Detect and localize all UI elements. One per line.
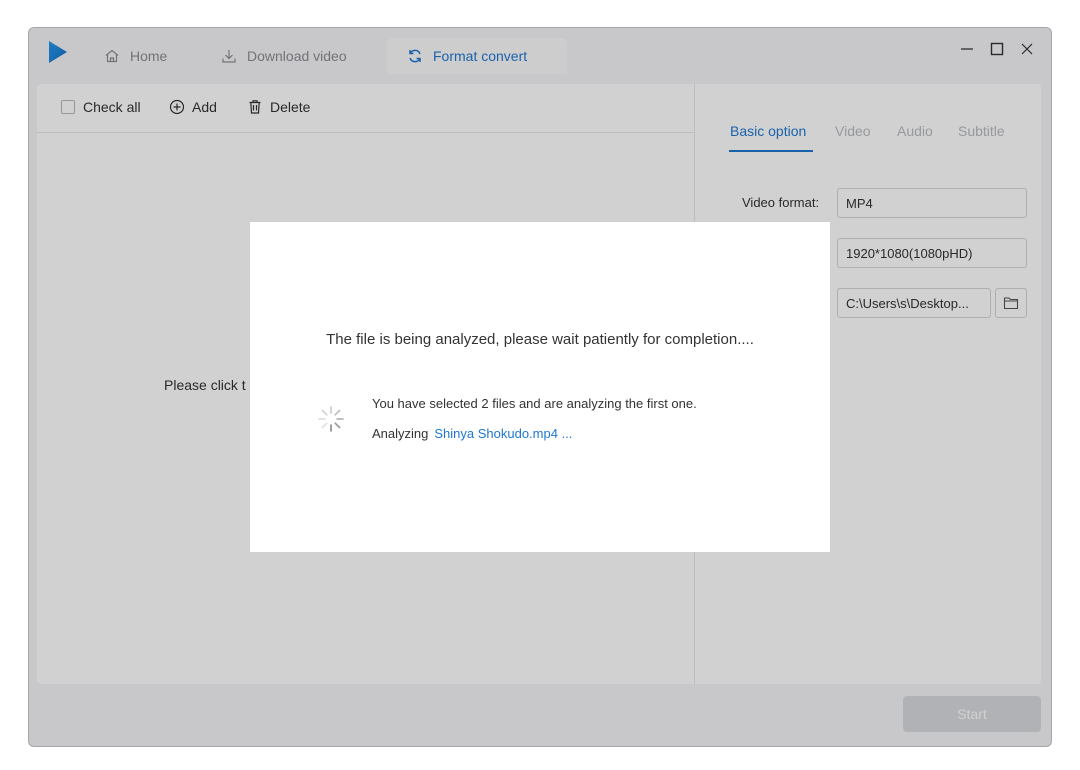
dialog-title: The file is being analyzed, please wait … xyxy=(326,331,754,348)
loading-spinner-icon xyxy=(318,406,344,432)
current-file-name: Shinya Shokudo.mp4 ... xyxy=(434,426,573,441)
analyzing-status: Analyzing Shinya Shokudo.mp4 ... xyxy=(372,426,572,441)
analyzing-dialog: The file is being analyzed, please wait … xyxy=(250,222,830,552)
selected-files-text: You have selected 2 files and are analyz… xyxy=(372,396,697,411)
analyzing-label: Analyzing xyxy=(372,426,429,441)
